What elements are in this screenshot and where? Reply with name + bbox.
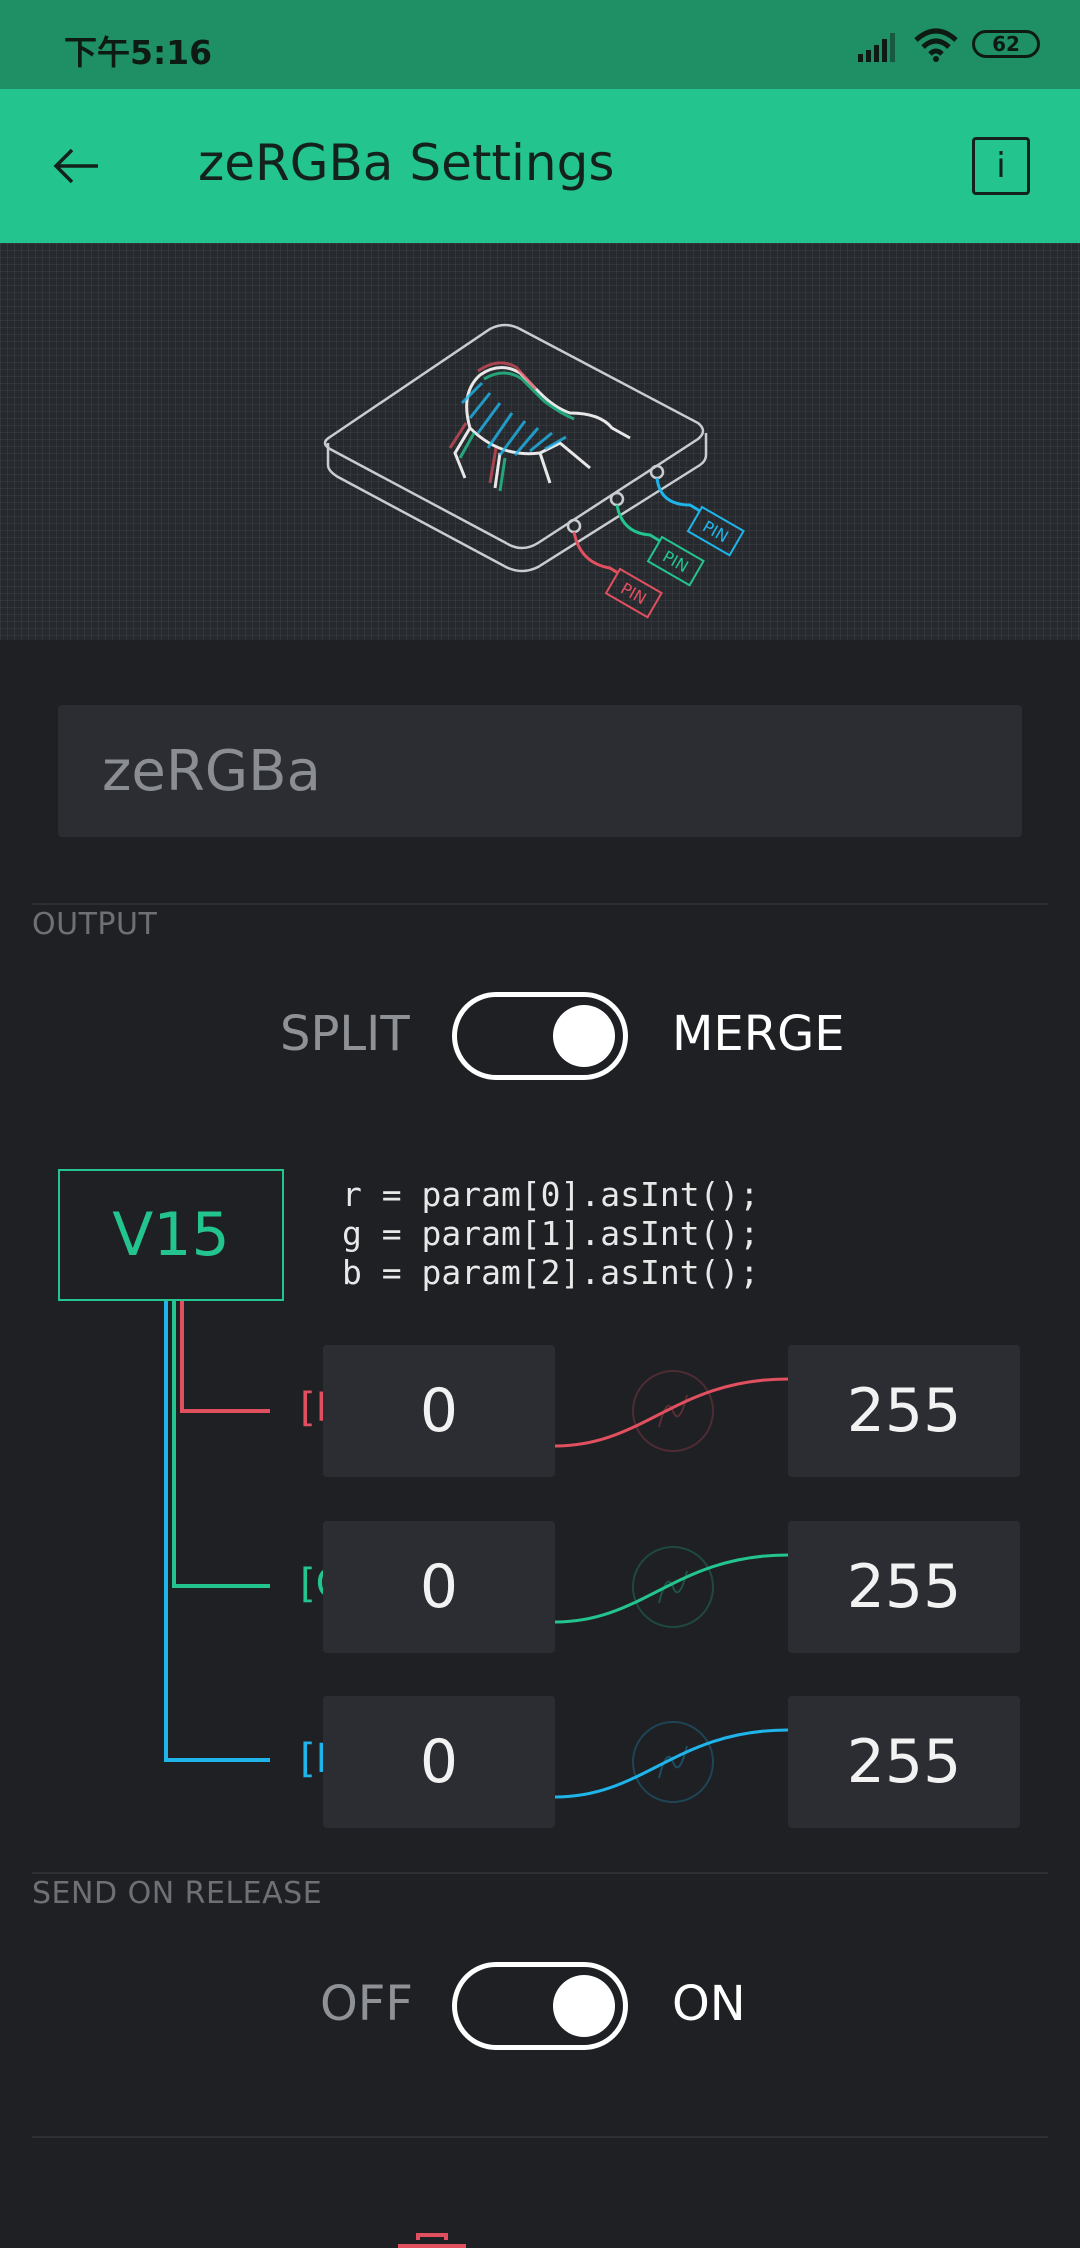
- hero-illustration: PIN PIN PIN: [0, 243, 1080, 640]
- min-value-b[interactable]: 0: [323, 1696, 555, 1828]
- wifi-icon: [914, 28, 958, 62]
- min-value-r[interactable]: 0: [323, 1345, 555, 1477]
- divider: [32, 2136, 1048, 2138]
- toggle-knob: [553, 1005, 615, 1067]
- mapping-curve-g: [555, 1546, 788, 1628]
- min-value-g[interactable]: 0: [323, 1521, 555, 1653]
- signal-icon: [858, 33, 895, 62]
- section-label-output: OUTPUT: [32, 907, 158, 942]
- section-label-send-on-release: SEND ON RELEASE: [32, 1876, 323, 1911]
- info-button[interactable]: i: [972, 137, 1030, 195]
- back-button[interactable]: [36, 116, 116, 216]
- pin-badge-blue: PIN: [686, 505, 745, 557]
- max-value-g[interactable]: 255: [788, 1521, 1020, 1653]
- widget-name-input[interactable]: [58, 705, 1022, 837]
- mapping-curve-b: [555, 1721, 788, 1803]
- split-label: SPLIT: [280, 1006, 410, 1062]
- page-title: zeRGBa Settings: [198, 134, 615, 192]
- battery-icon: 62: [972, 30, 1040, 58]
- info-icon: i: [996, 146, 1006, 186]
- pin-selector[interactable]: V15: [58, 1169, 284, 1301]
- trash-icon[interactable]: [396, 2232, 468, 2248]
- mapping-curve-r: [555, 1370, 788, 1452]
- pin-badge-green: PIN: [646, 535, 705, 587]
- on-label: ON: [672, 1976, 746, 2032]
- code-snippet: r = param[0].asInt(); g = param[1].asInt…: [342, 1175, 760, 1292]
- device-illustration: PIN PIN PIN: [323, 323, 745, 619]
- zebra-logo: [448, 361, 631, 492]
- split-merge-toggle[interactable]: [452, 992, 628, 1080]
- channel-connectors: [164, 1301, 270, 1762]
- off-label: OFF: [320, 1976, 413, 2032]
- send-on-release-toggle[interactable]: [452, 1962, 628, 2050]
- max-value-b[interactable]: 255: [788, 1696, 1020, 1828]
- max-value-r[interactable]: 255: [788, 1345, 1020, 1477]
- merge-label: MERGE: [672, 1006, 845, 1062]
- status-time: 下午5:16: [64, 33, 213, 72]
- arrow-left-icon: [53, 148, 98, 184]
- pin-badge-red: PIN: [604, 567, 663, 619]
- divider: [32, 1872, 1048, 1874]
- divider: [32, 903, 1048, 905]
- toggle-knob: [553, 1975, 615, 2037]
